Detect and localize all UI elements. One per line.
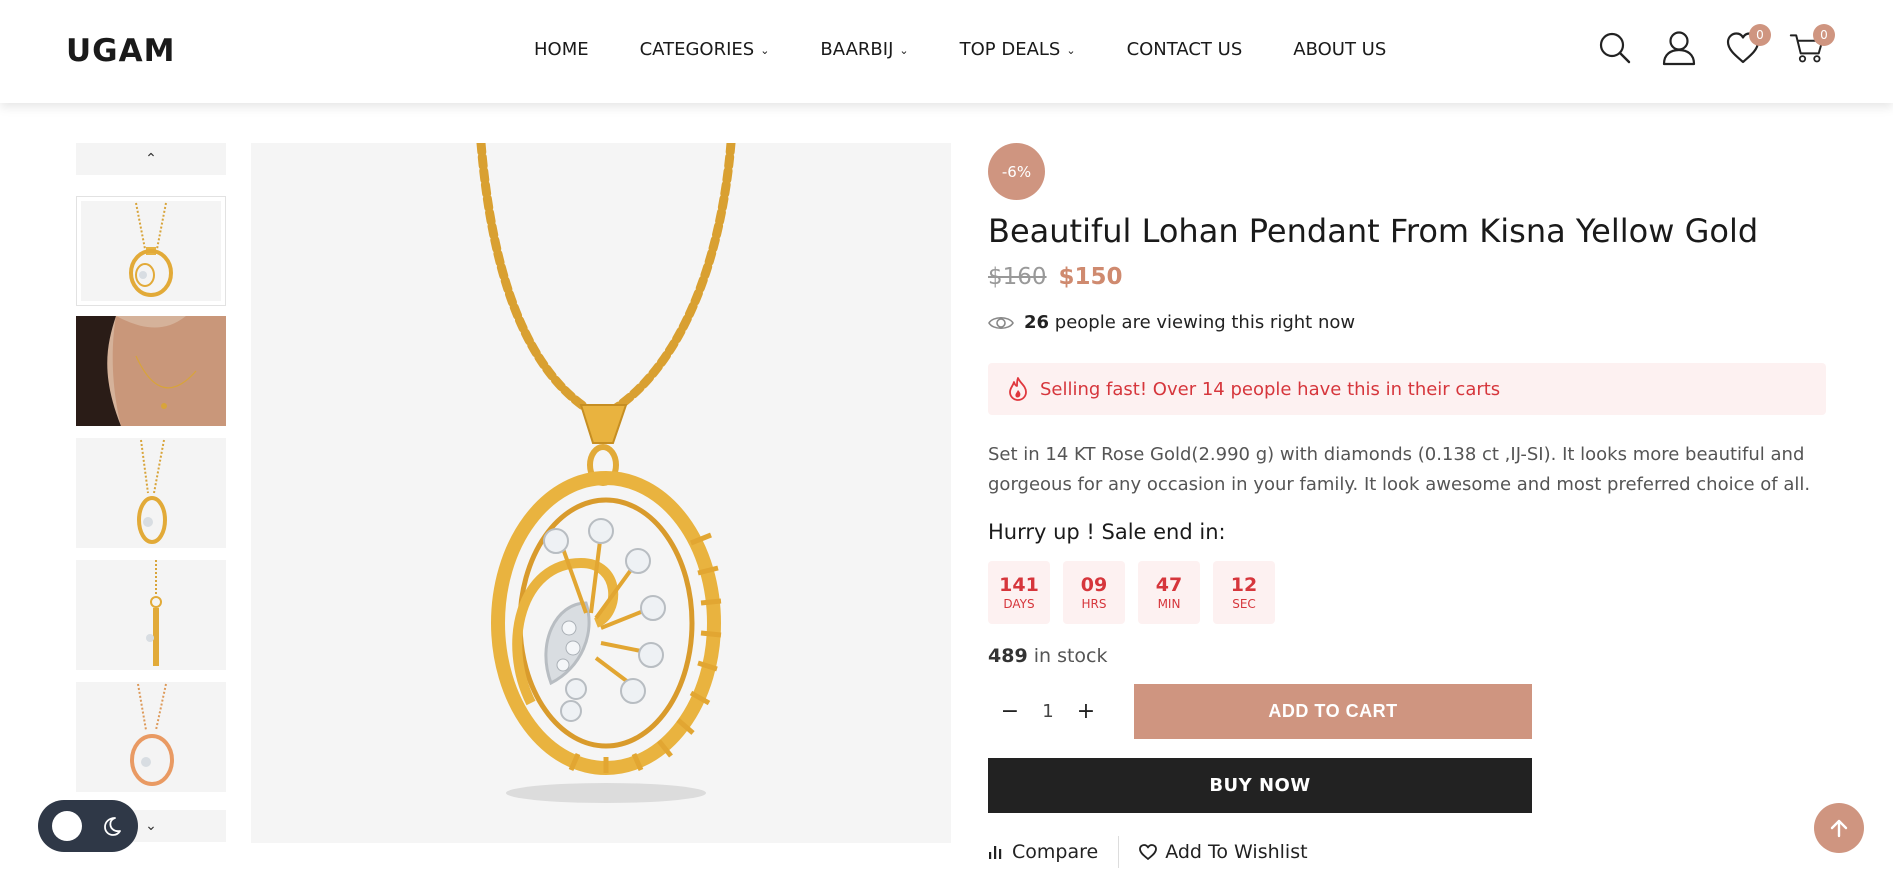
- back-to-top-button[interactable]: [1814, 803, 1864, 853]
- discount-badge: -6%: [988, 143, 1045, 200]
- pendant-thumbnail-image: [129, 202, 173, 297]
- thumb-scroll-up-button[interactable]: ⌃: [76, 143, 226, 175]
- light-mode-indicator: [52, 811, 82, 841]
- fire-icon: [1009, 377, 1027, 401]
- countdown-days-label: DAYS: [1003, 596, 1035, 611]
- wishlist-label: Add To Wishlist: [1165, 841, 1308, 863]
- countdown-hours-value: 09: [1080, 573, 1108, 596]
- selling-fast-text: Selling fast! Over 14 people have this i…: [1040, 378, 1501, 400]
- actions-divider: [1118, 836, 1120, 868]
- chevron-down-icon: ⌄: [899, 44, 909, 57]
- nav-baarbij[interactable]: BAARBIJ ⌄: [820, 39, 908, 60]
- price-block: $160 $150: [988, 264, 1123, 290]
- nav-home-label: HOME: [534, 39, 589, 60]
- thumbnail-pendant-front[interactable]: [76, 196, 226, 306]
- nav-categories[interactable]: CATEGORIES ⌄: [640, 39, 770, 60]
- product-actions: Compare Add To Wishlist: [988, 836, 1308, 868]
- stock-status: 489 in stock: [988, 645, 1108, 667]
- pendant-side-thumbnail-image: [146, 560, 162, 666]
- countdown-days-value: 141: [999, 573, 1039, 596]
- cart-button[interactable]: 0: [1789, 24, 1835, 68]
- moon-icon: [104, 817, 121, 836]
- selling-fast-alert: Selling fast! Over 14 people have this i…: [988, 363, 1826, 415]
- nav-contact-us[interactable]: CONTACT US: [1127, 39, 1243, 60]
- theme-toggle[interactable]: [38, 800, 138, 852]
- chevron-down-icon: ⌄: [760, 44, 770, 57]
- thumbnail-pendant-angle[interactable]: [76, 438, 226, 548]
- add-to-wishlist-button[interactable]: Add To Wishlist: [1139, 841, 1308, 863]
- nav-top-deals[interactable]: TOP DEALS ⌄: [960, 39, 1076, 60]
- pendant-angle-thumbnail-image: [137, 439, 167, 544]
- main-product-image[interactable]: [251, 143, 951, 843]
- compare-label: Compare: [1012, 841, 1099, 863]
- arrow-up-icon: [1830, 819, 1848, 838]
- current-price: $150: [1058, 264, 1123, 290]
- countdown-minutes-value: 47: [1155, 573, 1183, 596]
- add-to-cart-button[interactable]: ADD TO CART: [1134, 684, 1532, 739]
- user-icon: [1662, 31, 1696, 66]
- compare-button[interactable]: Compare: [988, 841, 1098, 863]
- countdown-seconds: 12 SEC: [1213, 561, 1275, 624]
- nav-categories-label: CATEGORIES: [639, 39, 755, 60]
- product-description: Set in 14 KT Rose Gold(2.990 g) with dia…: [988, 444, 1811, 495]
- cart-count-badge: 0: [1813, 24, 1835, 46]
- countdown-minutes: 47 MIN: [1138, 561, 1200, 624]
- quantity-value[interactable]: 1: [1042, 701, 1053, 722]
- thumbnail-pendant-rose-gold[interactable]: [76, 682, 226, 792]
- nav-about-us-label: ABOUT US: [1293, 39, 1387, 60]
- stock-count: 489: [988, 645, 1028, 667]
- viewers-count: 26: [1024, 312, 1050, 333]
- viewers-text: people are viewing this right now: [1054, 312, 1356, 333]
- stock-text: in stock: [1033, 645, 1108, 667]
- buy-now-button[interactable]: BUY NOW: [988, 758, 1532, 813]
- pendant-rose-gold-thumbnail-image: [130, 683, 174, 786]
- model-thumbnail-image: [76, 316, 226, 426]
- main-nav: HOME CATEGORIES ⌄ BAARBIJ ⌄ TOP DEALS ⌄ CON…: [534, 39, 1437, 60]
- product-title: Beautiful Lohan Pendant From Kisna Yello…: [988, 212, 1759, 250]
- chevron-down-icon: ⌄: [145, 818, 157, 834]
- nav-top-deals-label: TOP DEALS: [959, 39, 1061, 60]
- search-button[interactable]: [1597, 28, 1633, 68]
- wishlist-button[interactable]: 0: [1725, 24, 1771, 68]
- countdown-seconds-value: 12: [1230, 573, 1258, 596]
- quantity-increase-button[interactable]: +: [1074, 699, 1098, 724]
- old-price: $160: [988, 264, 1047, 290]
- pendant-image: [476, 143, 736, 803]
- sale-countdown-heading: Hurry up ! Sale end in:: [988, 520, 1226, 544]
- thumbnail-pendant-side[interactable]: [76, 560, 226, 670]
- countdown-seconds-label: SEC: [1232, 596, 1256, 611]
- quantity-stepper: − 1 +: [988, 684, 1108, 739]
- header-icons: 0 0: [1597, 24, 1835, 68]
- countdown-minutes-label: MIN: [1157, 596, 1181, 611]
- site-header: UGAM HOME CATEGORIES ⌄ BAARBIJ ⌄ TOP DEALS…: [0, 0, 1893, 103]
- quantity-decrease-button[interactable]: −: [998, 699, 1022, 724]
- account-button[interactable]: [1661, 28, 1697, 68]
- eye-icon: [988, 316, 1014, 329]
- chevron-up-icon: ⌃: [145, 151, 157, 167]
- search-icon: [1599, 32, 1631, 64]
- viewers-notice: 26 people are viewing this right now: [988, 312, 1355, 333]
- compare-icon: [989, 846, 1002, 859]
- countdown-hours: 09 HRS: [1063, 561, 1125, 624]
- sale-countdown: 141 DAYS 09 HRS 47 MIN 12 SEC: [988, 561, 1275, 624]
- wishlist-count-badge: 0: [1749, 24, 1771, 46]
- nav-contact-us-label: CONTACT US: [1126, 39, 1243, 60]
- nav-about-us[interactable]: ABOUT US: [1293, 39, 1386, 60]
- countdown-hours-label: HRS: [1081, 596, 1107, 611]
- site-logo[interactable]: UGAM: [66, 33, 175, 69]
- nav-baarbij-label: BAARBIJ: [820, 39, 894, 60]
- thumbnail-model-wearing[interactable]: [76, 316, 226, 426]
- chevron-down-icon: ⌄: [1066, 44, 1076, 57]
- heart-icon: [1139, 844, 1158, 860]
- countdown-days: 141 DAYS: [988, 561, 1050, 624]
- nav-home[interactable]: HOME: [534, 39, 589, 60]
